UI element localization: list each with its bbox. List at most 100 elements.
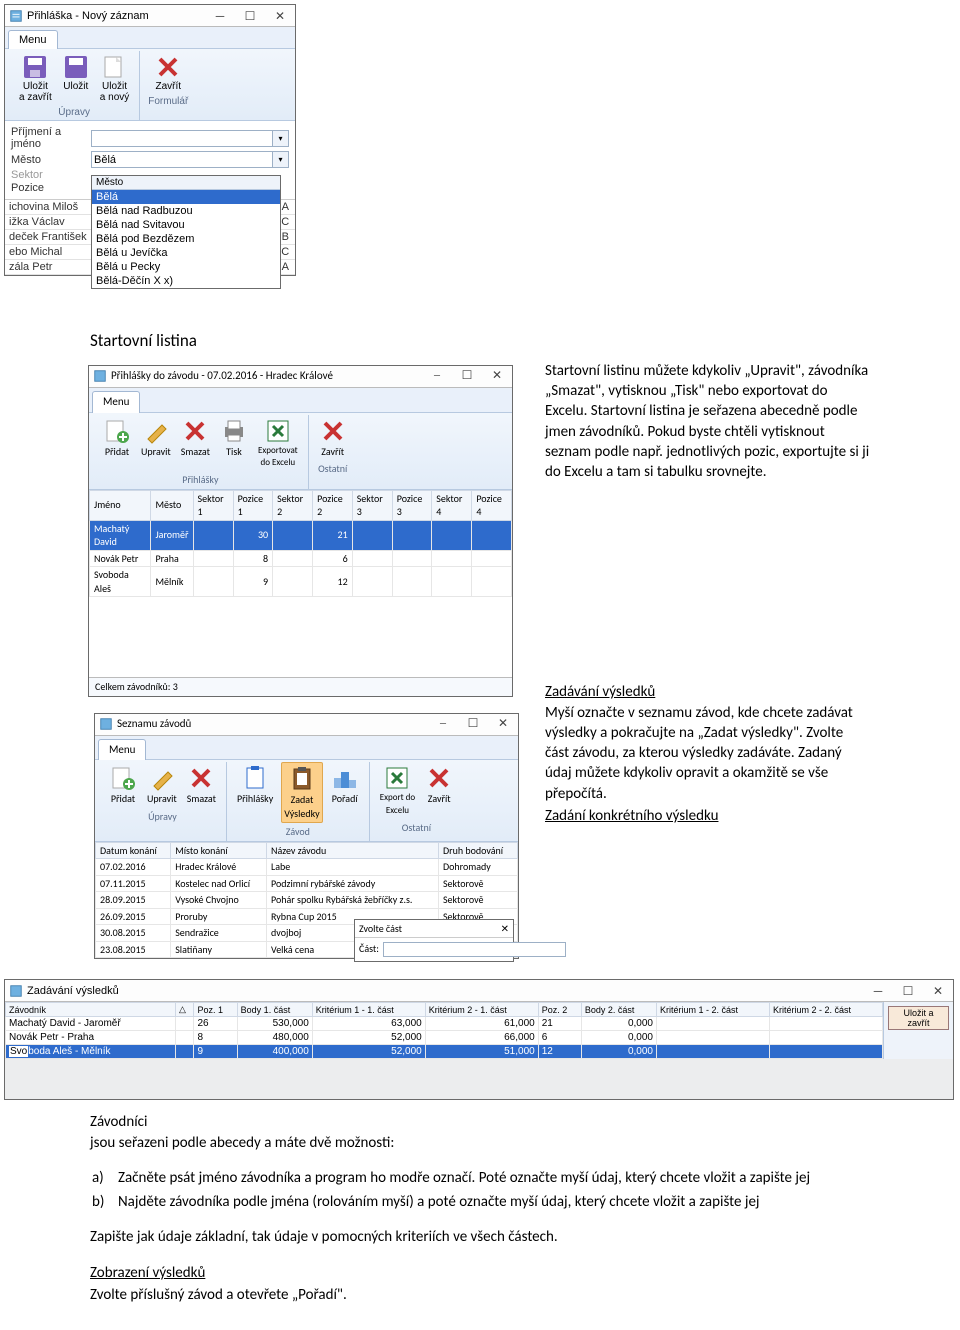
document-body: Startovní listina Přihlášky do závodu - …: [0, 280, 960, 973]
btn-ulozit-novy[interactable]: Uložit a nový: [98, 51, 131, 105]
btn-upravit[interactable]: Upravit: [145, 762, 179, 808]
table-row[interactable]: 07.11.2015Kostelec nad OrlicíPodzimní ry…: [96, 875, 518, 892]
footer: Celkem závodníků: 3: [89, 677, 512, 696]
table-header-row: Datum konání Místo konání Název závodu D…: [96, 842, 518, 859]
window-title: Seznamu závodů: [117, 717, 191, 732]
table-row[interactable]: Machatý David - Jaroměř26530,00063,00061…: [6, 1017, 883, 1031]
dropdown-option[interactable]: Bělá u Pecky: [92, 260, 280, 274]
popup-input[interactable]: [383, 942, 566, 957]
table-row[interactable]: Novák Petr - Praha8480,00052,00066,00060…: [6, 1031, 883, 1045]
dropdown-option[interactable]: Bělá u Jevíčka: [92, 246, 280, 260]
list-item: Začněte psát jméno závodníka a program h…: [118, 1168, 870, 1188]
app-icon: [9, 9, 23, 23]
table-row[interactable]: 07.02.2016Hradec KrálovéLabeDohromady: [96, 859, 518, 876]
save-new-icon: [101, 53, 129, 81]
form-area: Příjmení a jméno ▾ Město ▾ Sektor Pozice…: [5, 121, 295, 199]
combo-arrow-icon[interactable]: ▾: [273, 130, 289, 147]
close-icon: [319, 417, 347, 445]
table-row[interactable]: 28.09.2015Vysoké ChvojnoPohár spolku Ryb…: [96, 892, 518, 909]
table-row[interactable]: Novák PetrPraha86: [90, 550, 512, 567]
heading-zobrazeni-vysledku: Zobrazení výsledků: [90, 1264, 205, 1282]
table-row[interactable]: Svoboda Aleš - Mělník9400,00052,00051,00…: [6, 1045, 883, 1059]
btn-zavrit[interactable]: Zavřít: [317, 415, 349, 461]
btn-upravit[interactable]: Upravit: [139, 415, 173, 471]
podium-icon: [331, 764, 359, 792]
window-min-icon[interactable]: ─: [205, 9, 235, 23]
app-icon: [99, 717, 113, 731]
add-icon: [103, 417, 131, 445]
window-title: Zadávání výsledků: [27, 985, 119, 997]
btn-ulozit-zavrit[interactable]: Uložit a zavřít: [888, 1006, 949, 1030]
btn-export[interactable]: Exportovat do Excelu: [256, 415, 300, 471]
window-close-icon[interactable]: ✕: [265, 9, 295, 23]
heading-zadani-konkretniho: Zadání konkrétního výsledku: [545, 807, 718, 825]
window-min-icon[interactable]: ─: [422, 368, 452, 384]
table-row[interactable]: Svoboda AlešMělník912: [90, 567, 512, 597]
btn-smazat[interactable]: Smazat: [185, 762, 218, 808]
btn-pridat[interactable]: Přidat: [107, 762, 139, 808]
btn-pridat[interactable]: Přidat: [101, 415, 133, 471]
window-zadavani-vysledku: Zadávání výsledků ─☐✕ Závodník △ Poz. 1 …: [4, 979, 954, 1100]
btn-smazat[interactable]: Smazat: [179, 415, 212, 471]
menu-tab[interactable]: Menu: [98, 739, 146, 761]
clipboard-icon: [241, 764, 269, 792]
btn-ulozit[interactable]: Uložit: [60, 51, 92, 105]
dropdown-option[interactable]: Bělá nad Radbuzou: [92, 204, 280, 218]
menu-tab[interactable]: Menu: [92, 391, 140, 413]
grid: JménoMěsto Sektor 1Pozice 1 Sektor 2Pozi…: [89, 490, 512, 598]
window-close-icon[interactable]: ✕: [923, 984, 953, 998]
btn-tisk[interactable]: Tisk: [218, 415, 250, 471]
menu-tab[interactable]: Menu: [8, 30, 58, 49]
window-min-icon[interactable]: ─: [428, 716, 458, 732]
app-icon: [93, 369, 107, 383]
excel-icon: [383, 764, 411, 792]
btn-prihlasky[interactable]: Přihlášky: [235, 762, 275, 823]
paragraph: Myší označte v seznamu závod, kde chcete…: [545, 703, 870, 804]
delete-icon: [181, 417, 209, 445]
window-max-icon[interactable]: ☐: [458, 716, 488, 732]
window-max-icon[interactable]: ☐: [452, 368, 482, 384]
window-close-icon[interactable]: ✕: [482, 368, 512, 384]
dropdown-option[interactable]: Bělá-Děčín X x): [92, 274, 280, 288]
dropdown-option[interactable]: Bělá: [92, 190, 280, 204]
option-list: Začněte psát jméno závodníka a program h…: [90, 1168, 870, 1213]
btn-poradi[interactable]: Pořadí: [329, 762, 361, 823]
btn-export[interactable]: Export do Excelu: [378, 762, 417, 818]
paragraph: Startovní listinu můžete kdykoliv „Uprav…: [545, 361, 870, 483]
window-title: Přihláška - Nový záznam: [27, 10, 149, 22]
window-close-icon[interactable]: ✕: [488, 716, 518, 732]
popup-close-icon[interactable]: ✕: [501, 922, 509, 936]
close-icon: [154, 53, 182, 81]
popup-label: Část:: [359, 942, 379, 957]
window-title: Přihlášky do závodu - 07.02.2016 - Hrade…: [111, 369, 333, 384]
lbl-mesto: Město: [11, 154, 91, 166]
paragraph: Zvolte příslušný závod a otevřete „Pořad…: [90, 1285, 870, 1305]
dropdown-option[interactable]: Bělá pod Bezdězem: [92, 232, 280, 246]
clipboard-edit-icon: [288, 765, 316, 793]
titlebar: Přihláška - Nový záznam ─ ☐ ✕: [5, 5, 295, 27]
heading-zadavani-vysledku: Zadávání výsledků: [545, 683, 655, 701]
dropdown-mesto[interactable]: Město Bělá Bělá nad Radbuzou Bělá nad Sv…: [91, 175, 281, 289]
btn-ulozit-zavrit[interactable]: Uložit a zavřít: [17, 51, 54, 105]
save-icon: [62, 53, 90, 81]
window-max-icon[interactable]: ☐: [893, 984, 923, 998]
paragraph: Zapište jak údaje základní, tak údaje v …: [90, 1227, 870, 1247]
combo-arrow-icon[interactable]: ▾: [273, 151, 289, 168]
print-icon: [220, 417, 248, 445]
btn-zadat-vysledky[interactable]: Zadat Výsledky: [281, 762, 322, 823]
close-icon: [425, 764, 453, 792]
save-close-icon: [21, 53, 49, 81]
window-min-icon[interactable]: ─: [863, 984, 893, 998]
window-seznam-zavodu: Seznamu závodů ─☐✕ Menu Přidat Upravit S…: [94, 713, 519, 960]
btn-zavrit[interactable]: Zavřít: [423, 762, 455, 818]
window-max-icon[interactable]: ☐: [235, 9, 265, 23]
input-mesto[interactable]: [91, 151, 273, 168]
list-item: Najděte závodníka podle jména (rolováním…: [118, 1192, 870, 1212]
btn-zavrit[interactable]: Zavřít: [152, 51, 184, 94]
add-icon: [109, 764, 137, 792]
lbl-pozice: Pozice: [11, 182, 91, 194]
heading-startovni-listina: Startovní listina: [90, 330, 870, 353]
dropdown-option[interactable]: Bělá nad Svitavou: [92, 218, 280, 232]
input-prijmeni[interactable]: [91, 130, 273, 147]
table-row[interactable]: Machatý DavidJaroměř3021: [90, 520, 512, 550]
